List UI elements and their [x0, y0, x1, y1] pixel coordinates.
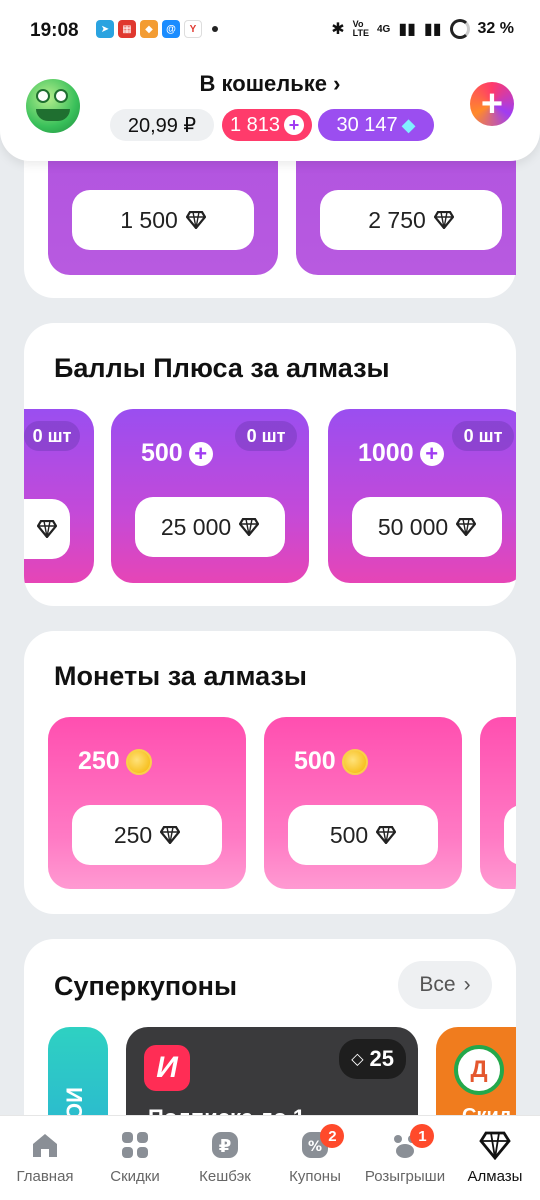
volte-icon: Vo LTE: [352, 19, 369, 38]
diamond-icon: [479, 1131, 511, 1160]
all-button[interactable]: Все ›: [398, 961, 492, 1009]
plus-tile[interactable]: 0 шт 1000 + 50 000: [328, 409, 516, 583]
yandex-icon: Y: [184, 20, 202, 38]
status-app-icons: ➤ ▦ ◆ @ Y: [96, 20, 218, 38]
plus-balance: 1 813: [229, 113, 281, 136]
wallet-title-link[interactable]: В кошельке ›: [0, 71, 540, 97]
bottom-nav: Главная Скидки ₽ Кешбэк % 2 Купоны 1 Роз…: [0, 1115, 540, 1200]
diamond-icon: [456, 518, 477, 536]
plus-amount: 1000 +: [358, 439, 444, 468]
nav-item-home[interactable]: Главная: [0, 1116, 90, 1200]
coin-tile-partial[interactable]: [480, 717, 516, 889]
plus-icon: +: [284, 115, 305, 135]
svg-text:₽: ₽: [219, 1136, 232, 1157]
nav-label: Скидки: [110, 1168, 160, 1185]
price-button[interactable]: [24, 499, 70, 559]
signal-icon: ▮▮: [398, 21, 416, 38]
coin-icon: [125, 748, 152, 775]
diamond-icon: [160, 826, 181, 844]
plus-tile[interactable]: 0 шт: [24, 409, 94, 583]
plus-points-card: Баллы Плюса за алмазы 0 шт 0 шт 500 + 25…: [24, 323, 516, 606]
nav-label: Кешбэк: [199, 1168, 251, 1185]
count-badge: 0 шт: [24, 421, 80, 451]
diamond-icon: [185, 211, 206, 229]
ruble-icon: ₽: [212, 1132, 238, 1158]
diamond-balance-pill[interactable]: 30 147 ◆: [318, 109, 434, 141]
diamond-icon: [433, 211, 454, 229]
network-label: 4G: [376, 23, 391, 35]
nav-item-cashback[interactable]: ₽ Кешбэк: [180, 1116, 270, 1200]
wallet-header: В кошельке › 20,99 ₽ 1 813 + 30 147 ◆ +: [0, 55, 540, 161]
status-time: 19:08: [30, 20, 79, 41]
coupon-logo: И: [144, 1045, 190, 1091]
price-button[interactable]: 500: [288, 805, 438, 865]
plus-balance-pill[interactable]: 1 813 +: [222, 109, 312, 141]
nav-item-diamonds[interactable]: Алмазы: [450, 1116, 540, 1200]
battery-level: 32 %: [477, 20, 514, 37]
plus-amount: 500 +: [141, 439, 213, 468]
calendar-icon: ▦: [118, 20, 136, 38]
coupon-logo: Д: [454, 1045, 504, 1095]
mail-icon: @: [162, 20, 180, 38]
dot-icon: [212, 26, 218, 32]
coins-card: Монеты за алмазы 250 250 500 500: [24, 631, 516, 914]
nav-label: Розыгрыши: [364, 1168, 446, 1185]
diamond-balance: 30 147: [336, 113, 398, 136]
chevron-right-icon: ›: [333, 71, 341, 96]
signal2-icon: ▮▮: [423, 21, 442, 38]
price-button[interactable]: 250: [72, 805, 222, 865]
grid-icon: [122, 1132, 148, 1158]
telegram-icon: ➤: [96, 20, 114, 38]
plus-logo-icon[interactable]: +: [470, 82, 514, 126]
section-title: Суперкупоны: [54, 971, 238, 1001]
nav-label: Алмазы: [467, 1168, 523, 1185]
status-bar: 19:08 ➤ ▦ ◆ @ Y ✱ Vo LTE 4G ▮▮ ▮▮ 32 %: [0, 0, 540, 62]
nav-label: Главная: [16, 1168, 74, 1185]
avatar-mouth-icon: [36, 109, 70, 121]
badge: 1: [410, 1124, 435, 1148]
diamond-icon: ◇: [351, 1051, 364, 1068]
plus-icon: +: [188, 441, 213, 466]
nav-item-raffles[interactable]: 1 Розыгрыши: [360, 1116, 450, 1200]
coin-amount: 250: [78, 747, 152, 776]
coin-tile[interactable]: 500 500: [264, 717, 462, 889]
home-icon: [33, 1134, 57, 1157]
bluetooth-icon: ✱: [331, 21, 345, 38]
section-title: Монеты за алмазы: [54, 661, 307, 691]
badge: 2: [320, 1124, 345, 1148]
wallet-title: В кошельке: [199, 71, 328, 96]
count-badge: 0 шт: [235, 421, 297, 451]
section-title: Баллы Плюса за алмазы: [54, 353, 390, 383]
rub-balance: 20,99 ₽: [127, 114, 197, 137]
nav-item-coupons[interactable]: % 2 Купоны: [270, 1116, 360, 1200]
price-button[interactable]: 2 750: [320, 190, 502, 250]
price-button[interactable]: [504, 805, 516, 865]
rub-balance-pill[interactable]: 20,99 ₽: [110, 109, 214, 141]
price-button[interactable]: 1 500: [72, 190, 254, 250]
coin-tile[interactable]: 250 250: [48, 717, 246, 889]
svg-text:%: %: [308, 1139, 322, 1155]
diamond-icon: [376, 826, 397, 844]
diamond-icon: [239, 518, 260, 536]
plus-tile[interactable]: 0 шт 500 + 25 000: [111, 409, 309, 583]
nav-label: Купоны: [289, 1168, 341, 1185]
coin-icon: [341, 748, 368, 775]
status-right: ✱ Vo LTE 4G ▮▮ ▮▮ 32 %: [331, 19, 514, 39]
chevron-right-icon: ›: [463, 973, 471, 996]
coin-amount: 500: [294, 747, 368, 776]
count-badge: 0 шт: [452, 421, 514, 451]
price-button[interactable]: 25 000: [135, 497, 285, 557]
nav-item-discounts[interactable]: Скидки: [90, 1116, 180, 1200]
diamond-icon: [37, 520, 57, 538]
app-icon: ◆: [140, 20, 158, 38]
battery-icon: [449, 19, 470, 39]
price-button[interactable]: 50 000: [352, 497, 502, 557]
plus-icon: +: [419, 441, 444, 466]
coupon-price-badge: ◇ 25: [339, 1039, 406, 1079]
diamond-icon: ◆: [401, 114, 416, 135]
